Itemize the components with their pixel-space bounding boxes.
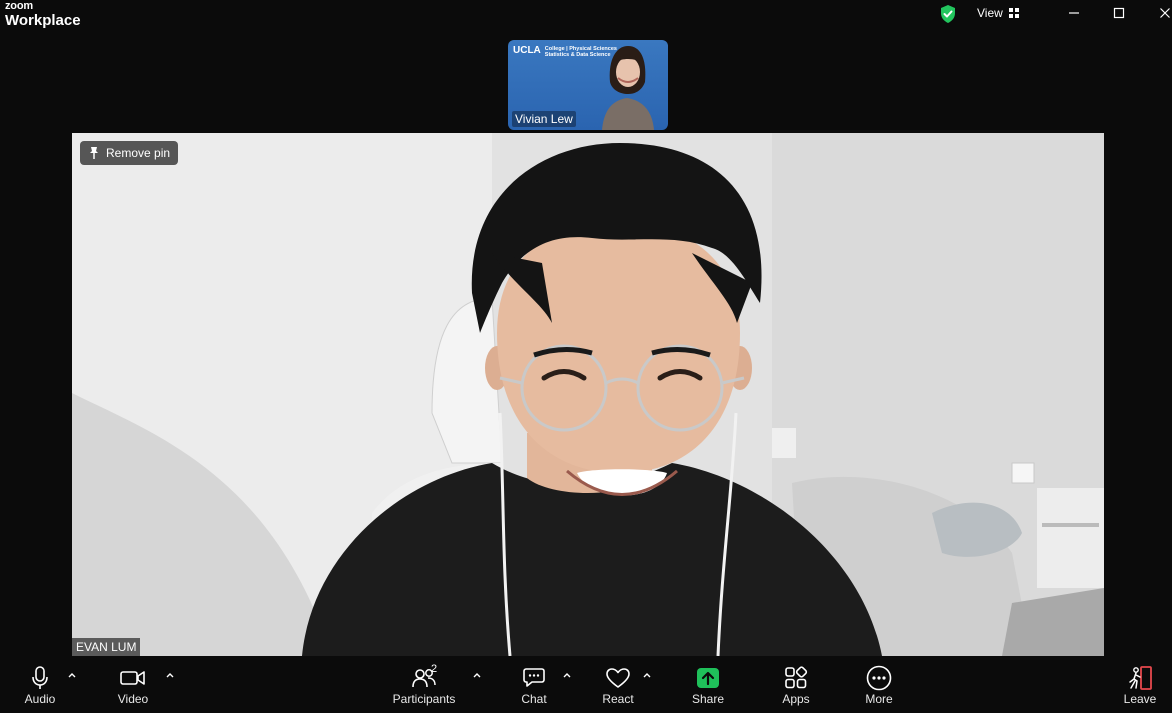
close-icon — [1160, 8, 1170, 18]
maximize-icon — [1113, 7, 1125, 19]
thumbnail-name-label: Vivian Lew — [512, 111, 576, 127]
microphone-icon — [32, 666, 48, 689]
main-video-name-label: EVAN LUM — [72, 638, 141, 656]
react-label: React — [602, 692, 634, 706]
title-bar: zoom Workplace View — [0, 0, 1172, 36]
close-button[interactable] — [1150, 3, 1172, 23]
remove-pin-button[interactable]: Remove pin — [80, 141, 179, 165]
more-options-icon — [866, 665, 892, 691]
chat-icon — [523, 668, 545, 687]
chat-label: Chat — [521, 692, 547, 706]
leave-button[interactable]: Leave — [1120, 656, 1160, 713]
participants-button[interactable]: 2 Participants — [390, 656, 458, 713]
audio-label: Audio — [24, 692, 56, 706]
share-label: Share — [691, 692, 725, 706]
remove-pin-label: Remove pin — [106, 146, 171, 160]
audio-options-caret-icon[interactable] — [67, 670, 77, 680]
participants-count: 2 — [431, 663, 438, 675]
meeting-toolbar: Audio Video 2 Participants Chat React Sh… — [0, 656, 1172, 713]
minimize-button[interactable] — [1059, 3, 1089, 23]
video-camera-icon — [120, 671, 145, 685]
heart-icon — [606, 668, 630, 688]
video-options-caret-icon[interactable] — [165, 670, 175, 680]
maximize-button[interactable] — [1104, 3, 1134, 23]
view-button[interactable]: View — [977, 6, 1019, 20]
participants-options-caret-icon[interactable] — [472, 670, 482, 680]
share-button[interactable]: Share — [688, 656, 728, 713]
react-options-caret-icon[interactable] — [642, 670, 652, 680]
audio-button[interactable]: Audio — [18, 656, 62, 713]
leave-door-icon — [1129, 666, 1152, 690]
pin-icon — [90, 147, 98, 159]
video-label: Video — [117, 692, 149, 706]
chat-options-caret-icon[interactable] — [562, 670, 572, 680]
apps-icon — [785, 666, 808, 689]
apps-label: Apps — [782, 692, 810, 706]
brand-big-text: Workplace — [5, 12, 81, 29]
react-button[interactable]: React — [598, 656, 638, 713]
chat-button[interactable]: Chat — [514, 656, 554, 713]
participants-label: Participants — [392, 692, 456, 706]
video-button[interactable]: Video — [111, 656, 155, 713]
share-screen-icon — [697, 668, 719, 688]
participant-thumbnail[interactable]: UCLA College | Physical Sciences Statist… — [508, 40, 668, 130]
more-label: More — [865, 692, 893, 706]
ucla-logo-text: UCLA — [513, 45, 541, 56]
view-label: View — [977, 6, 1003, 20]
brand-small-text: zoom — [5, 0, 33, 12]
apps-button[interactable]: Apps — [776, 656, 816, 713]
grid-icon — [1008, 8, 1019, 18]
leave-label: Leave — [1123, 692, 1157, 706]
app-brand: zoom Workplace — [5, 0, 81, 29]
participant-video-image — [602, 46, 654, 130]
main-video[interactable]: Remove pin EVAN LUM — [72, 133, 1104, 656]
more-button[interactable]: More — [859, 656, 899, 713]
shield-check-icon[interactable] — [938, 4, 958, 24]
minimize-icon — [1069, 12, 1079, 14]
main-video-image — [72, 133, 1104, 656]
